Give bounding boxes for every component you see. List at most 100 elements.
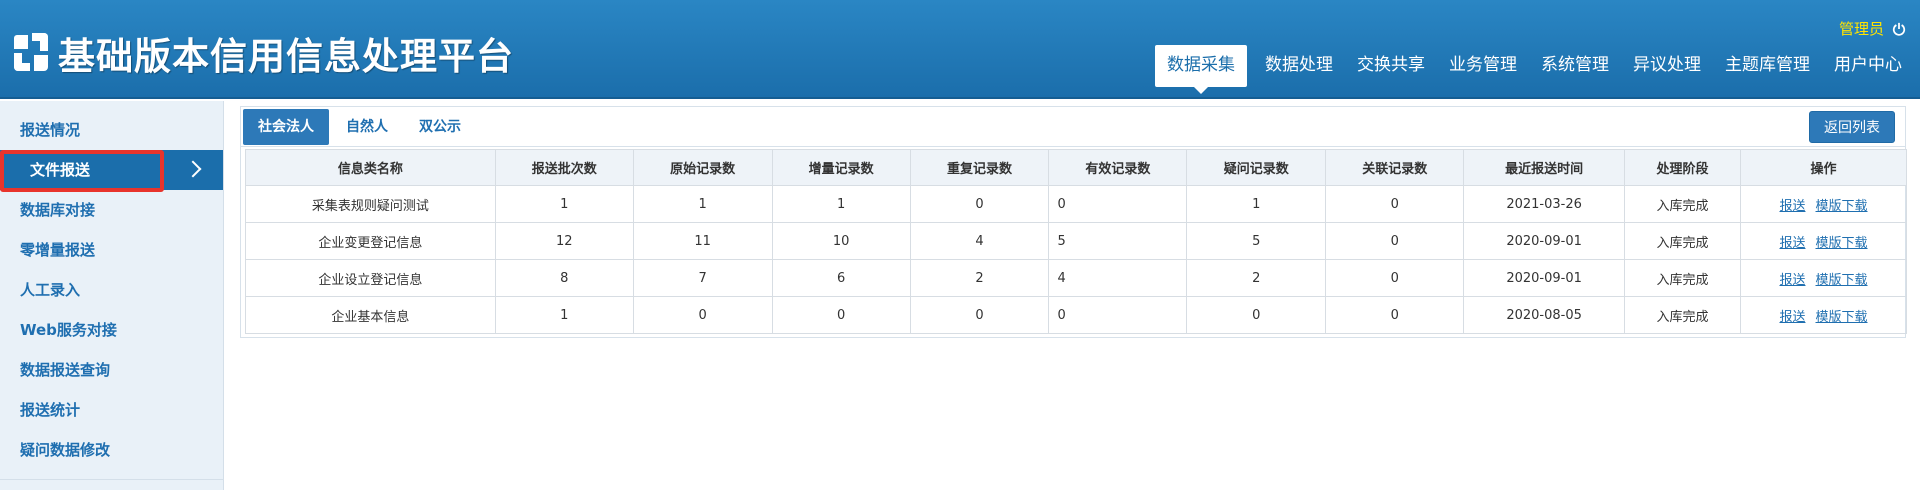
sidebar-divider bbox=[0, 479, 224, 480]
table-cell: 4 bbox=[1049, 260, 1187, 297]
sidebar-item-2[interactable]: 数据库对接 bbox=[0, 190, 223, 230]
table-cell: 0 bbox=[1187, 297, 1326, 334]
actions-cell: 报送模版下载 bbox=[1741, 186, 1907, 223]
sidebar-item-8[interactable]: 疑问数据修改 bbox=[0, 430, 223, 470]
table-cell: 企业基本信息 bbox=[246, 297, 496, 334]
sidebar-item-7[interactable]: 报送统计 bbox=[0, 390, 223, 430]
table-cell: 入库完成 bbox=[1625, 297, 1741, 334]
submit-link[interactable]: 报送 bbox=[1779, 199, 1805, 214]
column-header: 关联记录数 bbox=[1326, 150, 1464, 186]
submit-link[interactable]: 报送 bbox=[1779, 273, 1805, 288]
table-cell: 11 bbox=[633, 223, 772, 260]
table-cell: 0 bbox=[910, 186, 1049, 223]
table-cell: 0 bbox=[1326, 297, 1464, 334]
table-cell: 0 bbox=[633, 297, 772, 334]
main-nav: 数据采集数据处理交换共享业务管理系统管理异议处理主题库管理用户中心 bbox=[1155, 45, 1914, 87]
column-header: 有效记录数 bbox=[1049, 150, 1187, 186]
column-header: 原始记录数 bbox=[633, 150, 772, 186]
table-cell: 7 bbox=[633, 260, 772, 297]
sidebar-item-6[interactable]: 数据报送查询 bbox=[0, 350, 223, 390]
template-download-link[interactable]: 模版下载 bbox=[1816, 310, 1868, 325]
table-row: 企业设立登记信息87624202020-09-01入库完成报送模版下载 bbox=[246, 260, 1907, 297]
nav-item-7[interactable]: 用户中心 bbox=[1822, 45, 1914, 87]
submit-link[interactable]: 报送 bbox=[1779, 310, 1805, 325]
power-icon[interactable] bbox=[1892, 22, 1906, 36]
nav-item-4[interactable]: 系统管理 bbox=[1529, 45, 1621, 87]
chevron-right-icon bbox=[185, 161, 202, 178]
table-cell: 0 bbox=[1326, 223, 1464, 260]
column-header: 最近报送时间 bbox=[1464, 150, 1625, 186]
nav-item-6[interactable]: 主题库管理 bbox=[1713, 45, 1822, 87]
table-cell: 0 bbox=[910, 297, 1049, 334]
table-row: 企业基本信息10000002020-08-05入库完成报送模版下载 bbox=[246, 297, 1907, 334]
column-header: 重复记录数 bbox=[910, 150, 1049, 186]
data-table: 信息类名称报送批次数原始记录数增量记录数重复记录数有效记录数疑问记录数关联记录数… bbox=[245, 149, 1907, 334]
actions-cell: 报送模版下载 bbox=[1741, 260, 1907, 297]
sidebar-item-4[interactable]: 人工录入 bbox=[0, 270, 223, 310]
template-download-link[interactable]: 模版下载 bbox=[1816, 199, 1868, 214]
table-cell: 1 bbox=[495, 297, 633, 334]
sidebar-item-label: 零增量报送 bbox=[20, 241, 95, 259]
table-cell: 0 bbox=[772, 297, 910, 334]
nav-item-0[interactable]: 数据采集 bbox=[1155, 45, 1247, 87]
sidebar-item-label: 人工录入 bbox=[20, 281, 80, 299]
column-header: 增量记录数 bbox=[772, 150, 910, 186]
table-cell: 0 bbox=[1049, 186, 1187, 223]
column-header: 处理阶段 bbox=[1625, 150, 1741, 186]
app-logo: 基础版本信用信息处理平台 bbox=[12, 26, 514, 80]
top-header: 基础版本信用信息处理平台 管理员 数据采集数据处理交换共享业务管理系统管理异议处… bbox=[0, 0, 1920, 99]
sidebar-item-label: 数据库对接 bbox=[20, 201, 95, 219]
tab-social-legal[interactable]: 社会法人 bbox=[243, 109, 329, 145]
nav-item-1[interactable]: 数据处理 bbox=[1253, 45, 1345, 87]
tab-natural-person[interactable]: 自然人 bbox=[331, 109, 403, 145]
table-cell: 5 bbox=[1187, 223, 1326, 260]
column-header: 操作 bbox=[1741, 150, 1907, 186]
table-cell: 入库完成 bbox=[1625, 223, 1741, 260]
nav-item-3[interactable]: 业务管理 bbox=[1437, 45, 1529, 87]
column-header: 疑问记录数 bbox=[1187, 150, 1326, 186]
sidebar-item-label: 报送情况 bbox=[20, 121, 80, 139]
table-cell: 2 bbox=[910, 260, 1049, 297]
main-content: 社会法人 自然人 双公示 返回列表 信息类名称报送批次数原始记录数增量记录数重复… bbox=[240, 106, 1906, 338]
admin-area: 管理员 bbox=[1839, 18, 1906, 39]
table-cell: 0 bbox=[1326, 186, 1464, 223]
table-cell: 2020-08-05 bbox=[1464, 297, 1625, 334]
template-download-link[interactable]: 模版下载 bbox=[1816, 273, 1868, 288]
template-download-link[interactable]: 模版下载 bbox=[1816, 236, 1868, 251]
table-cell: 1 bbox=[495, 186, 633, 223]
table-cell: 企业变更登记信息 bbox=[246, 223, 496, 260]
tab-double-publicity[interactable]: 双公示 bbox=[404, 109, 476, 145]
submit-link[interactable]: 报送 bbox=[1779, 236, 1805, 251]
column-header: 信息类名称 bbox=[246, 150, 496, 186]
sidebar-item-0[interactable]: 报送情况 bbox=[0, 110, 223, 150]
table-cell: 2 bbox=[1187, 260, 1326, 297]
table-cell: 企业设立登记信息 bbox=[246, 260, 496, 297]
actions-cell: 报送模版下载 bbox=[1741, 223, 1907, 260]
table-cell: 2021-03-26 bbox=[1464, 186, 1625, 223]
table-row: 采集表规则疑问测试11100102021-03-26入库完成报送模版下载 bbox=[246, 186, 1907, 223]
table-cell: 0 bbox=[1049, 297, 1187, 334]
nav-item-2[interactable]: 交换共享 bbox=[1345, 45, 1437, 87]
table-cell: 1 bbox=[633, 186, 772, 223]
sidebar-item-label: 疑问数据修改 bbox=[20, 441, 110, 459]
sidebar-item-5[interactable]: Web服务对接 bbox=[0, 310, 223, 350]
table-cell: 5 bbox=[1049, 223, 1187, 260]
table-cell: 4 bbox=[910, 223, 1049, 260]
table-cell: 8 bbox=[495, 260, 633, 297]
tab-bar: 社会法人 自然人 双公示 返回列表 bbox=[240, 106, 1906, 146]
back-to-list-button[interactable]: 返回列表 bbox=[1809, 111, 1895, 143]
table-row: 企业变更登记信息12111045502020-09-01入库完成报送模版下载 bbox=[246, 223, 1907, 260]
table-cell: 12 bbox=[495, 223, 633, 260]
table-cell: 2020-09-01 bbox=[1464, 260, 1625, 297]
sidebar-item-label: 报送统计 bbox=[20, 401, 80, 419]
nav-item-5[interactable]: 异议处理 bbox=[1621, 45, 1713, 87]
table-cell: 0 bbox=[1326, 260, 1464, 297]
table-cell: 入库完成 bbox=[1625, 260, 1741, 297]
column-header: 报送批次数 bbox=[495, 150, 633, 186]
sidebar-item-3[interactable]: 零增量报送 bbox=[0, 230, 223, 270]
table-cell: 2020-09-01 bbox=[1464, 223, 1625, 260]
admin-name[interactable]: 管理员 bbox=[1839, 18, 1884, 39]
actions-cell: 报送模版下载 bbox=[1741, 297, 1907, 334]
logo-icon bbox=[12, 33, 52, 73]
sidebar-item-label: Web服务对接 bbox=[20, 321, 117, 339]
